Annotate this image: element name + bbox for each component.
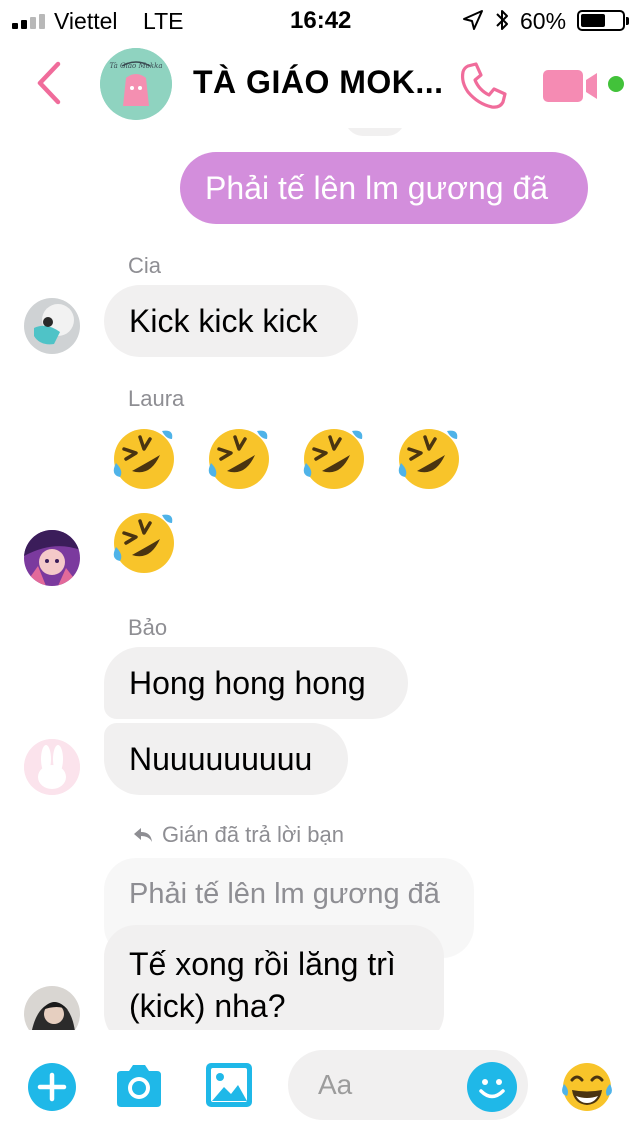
video-call-icon[interactable] <box>541 66 603 106</box>
status-bar: Viettel LTE 16:42 60% <box>0 0 640 42</box>
message-text-line: Tế xong rồi lăng trì <box>129 946 396 982</box>
incoming-message[interactable]: Nuuuuuuuuu <box>104 723 348 795</box>
svg-text:Tà Giáo Mokka: Tà Giáo Mokka <box>109 62 162 70</box>
back-chevron-icon[interactable] <box>30 60 70 106</box>
reply-note-text: Gián đã trả lời bạn <box>162 822 344 847</box>
online-status-dot <box>606 74 626 94</box>
quoted-text: Phải tế lên lm gương đã <box>129 878 440 910</box>
message-text: Hong hong hong <box>129 664 366 701</box>
phone-call-icon[interactable] <box>458 60 510 112</box>
avatar-laura[interactable] <box>24 530 80 586</box>
incoming-message[interactable]: Hong hong hong <box>104 647 408 719</box>
incoming-reply-message[interactable]: Tế xong rồi lăng trì (kick) nha? <box>104 925 444 1045</box>
rolling-on-floor-laughing-icon[interactable] <box>110 509 178 577</box>
message-text: Nuuuuuuuuu <box>129 740 313 777</box>
sender-name: Laura <box>128 386 185 411</box>
conversation-header: Tà Giáo Mokka TÀ GIÁO MOK... <box>0 42 640 128</box>
bluetooth-icon <box>496 10 508 30</box>
status-time: 16:42 <box>290 7 352 34</box>
photo-gallery-icon[interactable] <box>204 1061 254 1109</box>
incoming-message[interactable]: Kick kick kick <box>104 285 358 357</box>
sender-name: Bảo <box>128 615 168 640</box>
location-arrow-icon <box>463 10 483 30</box>
smiley-icon[interactable] <box>467 1062 517 1112</box>
group-logo-icon: Tà Giáo Mokka <box>100 48 172 120</box>
plus-icon[interactable] <box>28 1063 76 1111</box>
network-type: LTE <box>143 8 184 34</box>
sender-name: Cia <box>128 253 162 278</box>
avatar-bao[interactable] <box>24 739 80 795</box>
message-text-line: (kick) nha? <box>129 988 286 1024</box>
avatar-cia[interactable] <box>24 298 80 354</box>
group-avatar[interactable]: Tà Giáo Mokka <box>100 48 172 120</box>
carrier-name: Viettel <box>54 8 118 34</box>
rolling-on-floor-laughing-icon[interactable] <box>205 425 273 493</box>
face-with-tears-of-joy-icon[interactable] <box>560 1060 614 1114</box>
message-text: Phải tế lên lm gương đã <box>205 169 549 206</box>
rolling-on-floor-laughing-icon[interactable] <box>110 425 178 493</box>
battery-icon <box>577 10 629 31</box>
outgoing-message[interactable]: Phải tế lên lm gương đã <box>180 152 588 224</box>
rolling-on-floor-laughing-icon[interactable] <box>395 425 463 493</box>
composer-bar <box>0 1030 640 1136</box>
conversation-title[interactable]: TÀ GIÁO MOK... <box>193 64 444 101</box>
rolling-on-floor-laughing-icon[interactable] <box>300 425 368 493</box>
reply-arrow-icon <box>134 828 152 842</box>
reply-indicator: Gián đã trả lời bạn <box>132 822 344 848</box>
message-text: Kick kick kick <box>129 302 318 339</box>
battery-percent: 60% <box>520 8 567 34</box>
signal-strength-icon <box>12 13 45 29</box>
camera-icon[interactable] <box>113 1063 165 1109</box>
